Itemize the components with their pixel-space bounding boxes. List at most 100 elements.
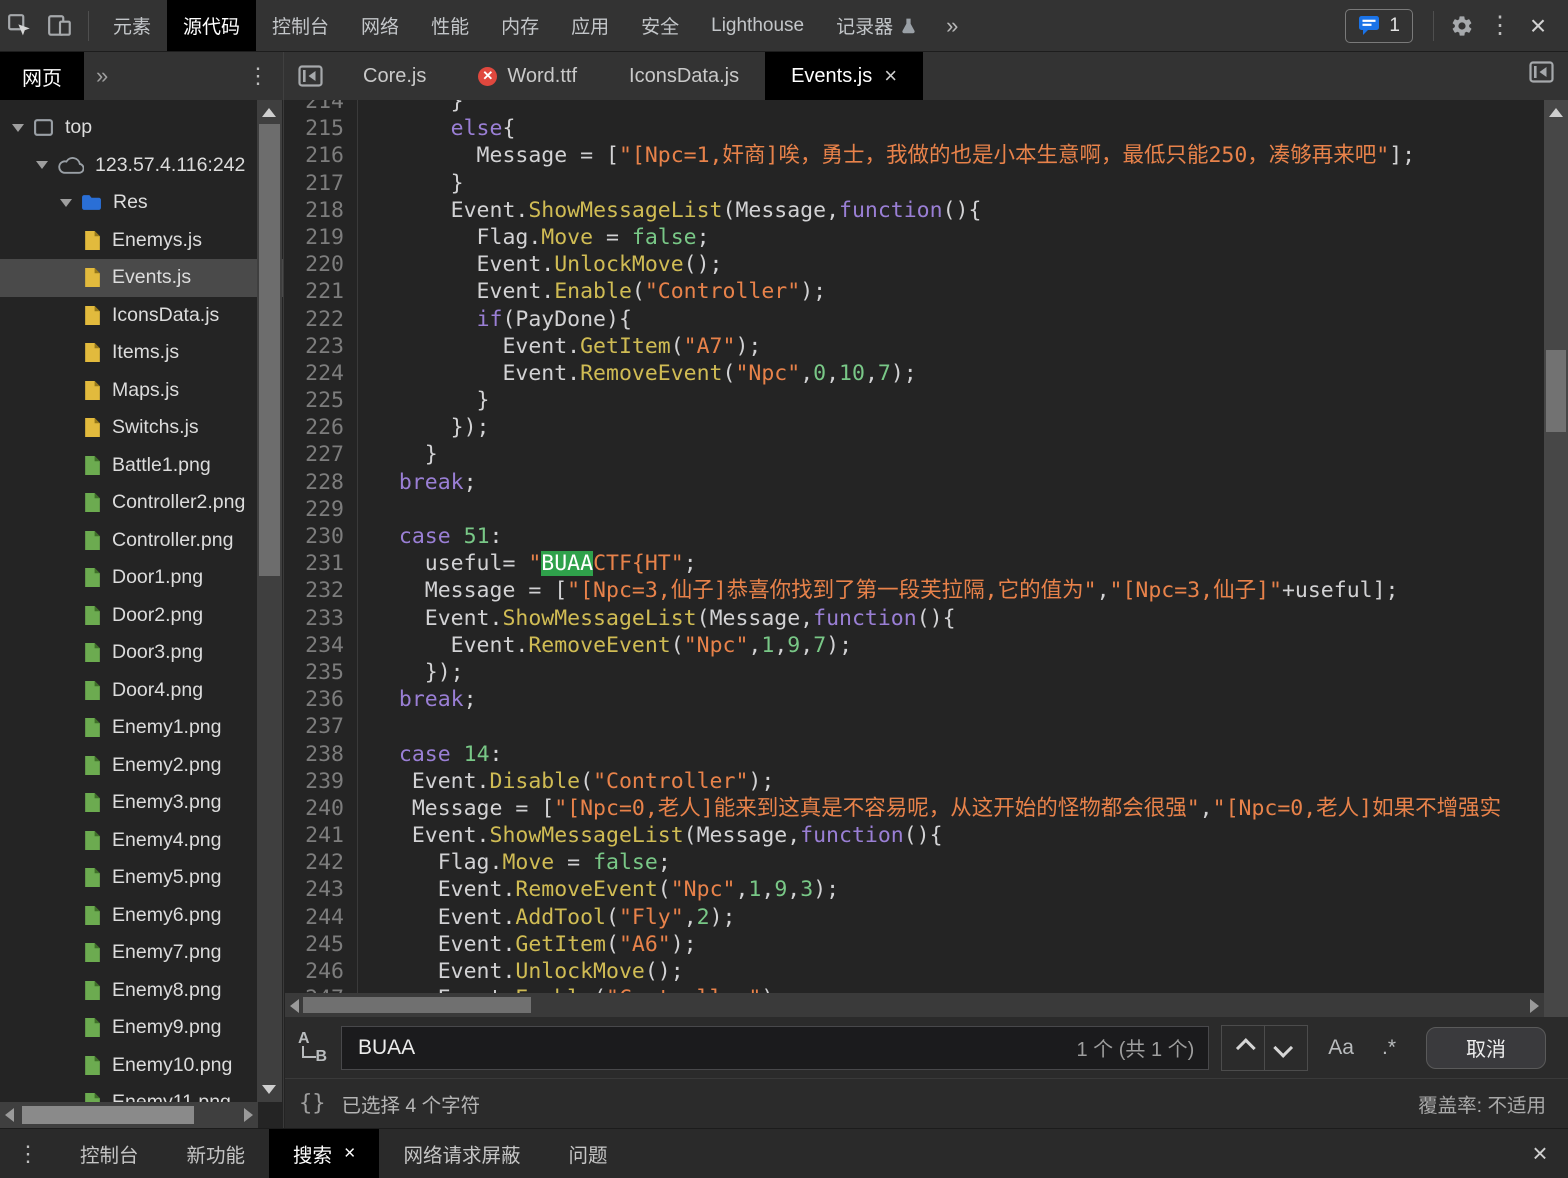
scroll-up-icon[interactable] bbox=[262, 108, 276, 117]
line-number[interactable]: 246 bbox=[285, 958, 358, 985]
match-case-toggle[interactable]: Aa bbox=[1320, 1036, 1362, 1060]
line-number[interactable]: 237 bbox=[285, 713, 358, 740]
tree-item[interactable]: Switchs.js bbox=[0, 409, 283, 447]
tree-item[interactable]: Controller2.png bbox=[0, 484, 283, 522]
navigator-menu-icon[interactable]: ⋮ bbox=[247, 52, 283, 100]
tree-item[interactable]: Door3.png bbox=[0, 634, 283, 672]
scroll-left-icon[interactable] bbox=[290, 999, 299, 1013]
line-number[interactable]: 225 bbox=[285, 387, 358, 414]
tree-item[interactable]: Events.js bbox=[0, 259, 283, 297]
line-number[interactable]: 217 bbox=[285, 170, 358, 197]
scroll-right-icon[interactable] bbox=[244, 1108, 253, 1122]
navigator-more-tabs[interactable]: » bbox=[84, 52, 120, 100]
tab-security[interactable]: 安全 bbox=[625, 0, 695, 51]
drawer-tab-search[interactable]: 搜索 × bbox=[269, 1129, 379, 1178]
tab-performance[interactable]: 性能 bbox=[415, 0, 485, 51]
tree-item[interactable]: Battle1.png bbox=[0, 447, 283, 485]
tab-sources[interactable]: 源代码 bbox=[167, 0, 256, 51]
console-messages-button[interactable]: 1 bbox=[1345, 9, 1413, 43]
sidebar-horizontal-scrollbar[interactable] bbox=[0, 1102, 258, 1128]
toggle-sidebar-icon[interactable] bbox=[1529, 61, 1554, 83]
editor-horizontal-scrollbar[interactable] bbox=[285, 993, 1544, 1017]
pretty-print-icon[interactable]: {} bbox=[299, 1091, 326, 1116]
line-number[interactable]: 229 bbox=[285, 496, 358, 523]
file-tab-corejs[interactable]: Core.js bbox=[337, 52, 452, 100]
tab-console[interactable]: 控制台 bbox=[256, 0, 345, 51]
line-number[interactable]: 228 bbox=[285, 469, 358, 496]
editor-vertical-scrollbar[interactable] bbox=[1544, 100, 1568, 1017]
search-input[interactable] bbox=[356, 1035, 1065, 1061]
tab-memory[interactable]: 内存 bbox=[485, 0, 555, 51]
file-tab-wordttf[interactable]: ✕ Word.ttf bbox=[452, 52, 603, 100]
scroll-left-icon[interactable] bbox=[5, 1108, 14, 1122]
tree-item[interactable]: Enemy2.png bbox=[0, 747, 283, 785]
scrollbar-thumb[interactable] bbox=[259, 124, 280, 576]
expand-arrow-icon[interactable] bbox=[60, 199, 72, 207]
tree-item[interactable]: Enemy10.png bbox=[0, 1047, 283, 1085]
tree-item[interactable]: IconsData.js bbox=[0, 297, 283, 335]
scrollbar-thumb[interactable] bbox=[1546, 350, 1566, 432]
sidebar-vertical-scrollbar[interactable] bbox=[257, 100, 282, 1102]
file-tab-iconsdatajs[interactable]: IconsData.js bbox=[603, 52, 765, 100]
line-number[interactable]: 243 bbox=[285, 876, 358, 903]
device-toolbar-icon[interactable] bbox=[40, 0, 80, 51]
tree-item[interactable]: Door4.png bbox=[0, 672, 283, 710]
kebab-menu-icon[interactable]: ⋮ bbox=[1482, 11, 1518, 40]
line-number[interactable]: 219 bbox=[285, 224, 358, 251]
cancel-button[interactable]: 取消 bbox=[1426, 1027, 1546, 1069]
drawer-tab-whatsnew[interactable]: 新功能 bbox=[163, 1129, 270, 1178]
toggle-navigator-icon[interactable] bbox=[284, 52, 337, 100]
line-number[interactable]: 245 bbox=[285, 931, 358, 958]
file-tab-eventsjs[interactable]: Events.js × bbox=[765, 52, 923, 100]
line-number[interactable]: 238 bbox=[285, 741, 358, 768]
scroll-up-icon[interactable] bbox=[1549, 108, 1563, 117]
more-tabs-button[interactable]: » bbox=[932, 0, 972, 51]
tab-lighthouse[interactable]: Lighthouse bbox=[695, 0, 820, 51]
tree-item[interactable]: Door2.png bbox=[0, 597, 283, 635]
line-number[interactable]: 233 bbox=[285, 605, 358, 632]
line-number[interactable]: 231 bbox=[285, 550, 358, 577]
tree-item[interactable]: 123.57.4.116:242 bbox=[0, 147, 283, 185]
drawer-tab-network-blocking[interactable]: 网络请求屏蔽 bbox=[379, 1129, 544, 1178]
tree-item[interactable]: Enemy5.png bbox=[0, 859, 283, 897]
tree-item[interactable]: Enemy8.png bbox=[0, 972, 283, 1010]
line-number[interactable]: 222 bbox=[285, 306, 358, 333]
drawer-menu-icon[interactable]: ⋮ bbox=[0, 1129, 56, 1178]
tree-item[interactable]: Enemy4.png bbox=[0, 822, 283, 860]
line-number[interactable]: 244 bbox=[285, 904, 358, 931]
line-number[interactable]: 226 bbox=[285, 414, 358, 441]
tab-network[interactable]: 网络 bbox=[345, 0, 415, 51]
line-number[interactable]: 241 bbox=[285, 822, 358, 849]
close-devtools-icon[interactable]: × bbox=[1518, 10, 1558, 42]
tree-item[interactable]: top bbox=[0, 109, 283, 147]
tree-item[interactable]: Door1.png bbox=[0, 559, 283, 597]
line-number[interactable]: 223 bbox=[285, 333, 358, 360]
code-editor[interactable]: 214 }215 else{216 Message = ["[Npc=1,奸商]… bbox=[285, 100, 1568, 1017]
tab-recorder[interactable]: 记录器 bbox=[820, 0, 932, 51]
tree-item[interactable]: Enemys.js bbox=[0, 222, 283, 260]
previous-match-button[interactable] bbox=[1221, 1025, 1265, 1071]
line-number[interactable]: 216 bbox=[285, 142, 358, 169]
scrollbar-thumb[interactable] bbox=[22, 1106, 194, 1124]
navigator-tab-page[interactable]: 网页 bbox=[0, 52, 84, 100]
line-number[interactable]: 215 bbox=[285, 115, 358, 142]
close-tab-icon[interactable]: × bbox=[884, 63, 897, 89]
line-number[interactable]: 214 bbox=[285, 100, 358, 115]
close-tab-icon[interactable]: × bbox=[344, 1142, 355, 1165]
tree-item[interactable]: Res bbox=[0, 184, 283, 222]
tree-item[interactable]: Enemy1.png bbox=[0, 709, 283, 747]
line-number[interactable]: 220 bbox=[285, 251, 358, 278]
line-number[interactable]: 234 bbox=[285, 632, 358, 659]
line-number[interactable]: 218 bbox=[285, 197, 358, 224]
tab-elements[interactable]: 元素 bbox=[97, 0, 167, 51]
line-number[interactable]: 224 bbox=[285, 360, 358, 387]
settings-gear-icon[interactable] bbox=[1442, 14, 1482, 38]
scroll-down-icon[interactable] bbox=[262, 1085, 276, 1094]
tree-item[interactable]: Enemy6.png bbox=[0, 897, 283, 935]
regex-toggle[interactable]: .* bbox=[1374, 1036, 1404, 1060]
line-number[interactable]: 227 bbox=[285, 441, 358, 468]
expand-arrow-icon[interactable] bbox=[12, 124, 24, 132]
line-number[interactable]: 235 bbox=[285, 659, 358, 686]
tree-item[interactable]: Enemy7.png bbox=[0, 934, 283, 972]
search-field[interactable]: 1 个 (共 1 个) bbox=[341, 1026, 1209, 1070]
